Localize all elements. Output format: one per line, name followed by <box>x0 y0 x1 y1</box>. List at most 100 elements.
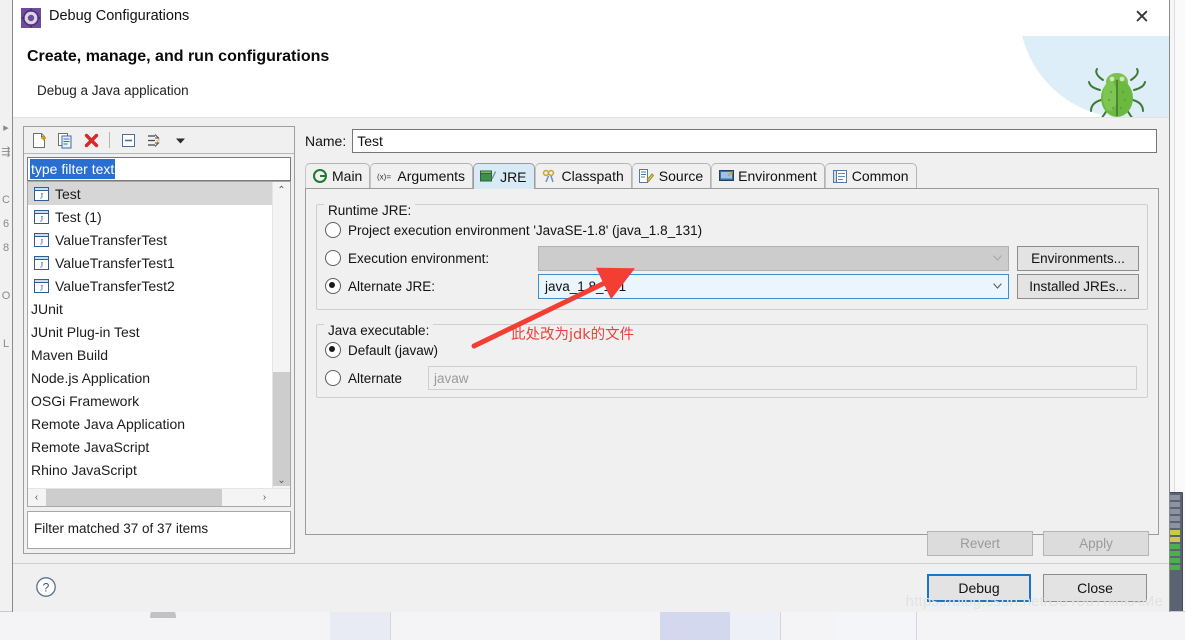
radio-alternate-jre[interactable] <box>325 278 341 294</box>
tree-item[interactable]: OSGi Framework <box>28 389 273 412</box>
radio-row-default-javaw[interactable]: Default (javaw) <box>325 337 1139 363</box>
radio-project-execution-environment[interactable] <box>325 222 341 238</box>
tab-label: Source <box>659 168 703 184</box>
tab-label: Common <box>852 168 909 184</box>
configurations-tree-panel: type filter text JTest JTest (1) JValueT… <box>23 126 295 554</box>
radio-label-alternate-javaw: Alternate <box>348 371 428 386</box>
tree-item[interactable]: JUnit <box>28 297 273 320</box>
scroll-right-icon[interactable]: › <box>256 489 273 506</box>
tab-jre[interactable]: JRE <box>473 163 534 189</box>
debug-configurations-dialog: Debug Configurations ✕ <box>12 0 1170 612</box>
radio-row-alternate-jre[interactable]: Alternate JRE: java_1.8_131 Installed JR… <box>325 273 1139 299</box>
tree-item[interactable]: Remote Java Application <box>28 412 273 435</box>
tree-item[interactable]: JTest <box>28 182 273 205</box>
tab-environment[interactable]: Environment <box>711 163 825 188</box>
alternate-javaw-input[interactable]: javaw <box>428 366 1137 390</box>
close-icon[interactable]: ✕ <box>1121 2 1163 32</box>
radio-label-default-javaw: Default (javaw) <box>348 343 438 358</box>
configuration-name-input[interactable] <box>352 129 1157 153</box>
java-executable-group-title: Java executable: <box>324 323 433 338</box>
tree-item-label: Test <box>55 186 81 202</box>
execution-environment-combo[interactable] <box>538 246 1009 271</box>
tree-item[interactable]: JValueTransferTest2 <box>28 274 273 297</box>
tree-item[interactable]: JTest (1) <box>28 205 273 228</box>
tree-item[interactable]: Rhino JavaScript <box>28 458 273 481</box>
tab-source[interactable]: Source <box>632 163 711 188</box>
alternate-jre-combo-value: java_1.8_131 <box>545 279 626 294</box>
svg-text:?: ? <box>43 581 50 595</box>
dialog-titlebar: Debug Configurations ✕ <box>13 0 1169 36</box>
tree-item-label: Node.js Application <box>31 370 150 386</box>
installed-jres-button[interactable]: Installed JREs... <box>1017 274 1139 299</box>
tab-common[interactable]: Common <box>825 163 917 188</box>
collapse-all-icon[interactable] <box>117 129 139 151</box>
java-application-icon: J <box>32 232 50 248</box>
tree-item[interactable]: J ValueTransferTest1 <box>28 251 273 274</box>
tab-label: Classpath <box>562 168 624 184</box>
svg-text:(x)=: (x)= <box>377 172 391 181</box>
delete-configuration-icon[interactable] <box>80 129 102 151</box>
tree-item-label: Maven Build <box>31 347 108 363</box>
main-tab-icon <box>312 169 328 184</box>
classpath-tab-icon <box>542 169 558 184</box>
alternate-jre-combo[interactable]: java_1.8_131 <box>538 274 1009 299</box>
tree-item[interactable]: JUnit Plug-in Test <box>28 320 273 343</box>
alternate-javaw-placeholder: javaw <box>434 371 469 386</box>
apply-button[interactable]: Apply <box>1043 531 1149 556</box>
vertical-scrollbar-thumb[interactable] <box>273 372 290 486</box>
configurations-tree[interactable]: JTest JTest (1) JValueTransferTest JValu… <box>27 181 291 507</box>
scroll-down-icon[interactable]: ⌄ <box>273 472 290 489</box>
tree-item[interactable]: Node.js Application <box>28 366 273 389</box>
revert-button[interactable]: Revert <box>927 531 1033 556</box>
radio-default-javaw[interactable] <box>325 342 341 358</box>
tree-item-label: Remote Java Application <box>31 416 185 432</box>
environments-button[interactable]: Environments... <box>1017 246 1139 271</box>
toolbar-separator <box>109 132 110 148</box>
tree-item-label: JUnit <box>31 301 63 317</box>
background-left-icon-column: ▸⇶C68OL <box>0 116 12 576</box>
search-input[interactable]: type filter text <box>27 157 291 181</box>
chevron-down-icon <box>993 255 1002 261</box>
view-menu-chevron-icon[interactable] <box>169 129 191 151</box>
tree-item[interactable]: J ValueTransferTest <box>28 228 273 251</box>
tree-item[interactable]: Remote JavaScript <box>28 435 273 458</box>
radio-execution-environment[interactable] <box>325 250 341 266</box>
radio-row-alternate-javaw[interactable]: Alternate javaw <box>325 365 1139 391</box>
radio-alternate-javaw[interactable] <box>325 370 341 386</box>
new-configuration-icon[interactable] <box>28 129 50 151</box>
radio-row-execution-env[interactable]: Execution environment: Environments... <box>325 245 1139 271</box>
horizontal-scrollbar-thumb[interactable] <box>46 489 222 506</box>
tree-item-label: ValueTransferTest <box>55 232 167 248</box>
configuration-tabs: Main (x)= Arguments JRE Classpath Source Envir… <box>305 163 1159 189</box>
tab-label: Arguments <box>397 168 465 184</box>
tab-arguments[interactable]: (x)= Arguments <box>370 163 473 188</box>
filter-input-value: type filter text <box>30 159 115 179</box>
tree-horizontal-scrollbar[interactable]: ‹ › <box>28 488 290 506</box>
java-application-icon: J <box>32 255 50 271</box>
scroll-up-icon[interactable]: ⌃ <box>273 182 290 199</box>
tab-classpath[interactable]: Classpath <box>535 163 632 188</box>
java-application-icon: J <box>32 209 50 225</box>
jre-tab-panel: Runtime JRE: Project execution environme… <box>305 189 1159 535</box>
filter-icon[interactable] <box>143 129 165 151</box>
duplicate-configuration-icon[interactable] <box>54 129 76 151</box>
apply-revert-row: Revert Apply <box>927 531 1149 556</box>
help-question-icon[interactable]: ? <box>35 576 57 598</box>
tree-vertical-scrollbar[interactable]: ⌃ ⌄ <box>272 182 290 489</box>
dialog-header: Create, manage, and run configurations D… <box>13 36 1169 118</box>
tree-toolbar <box>24 127 294 154</box>
page-subtitle: Debug a Java application <box>37 83 189 98</box>
radio-row-project-env[interactable]: Project execution environment 'JavaSE-1.… <box>325 217 1139 243</box>
name-row: Name: <box>305 128 1157 154</box>
tab-main[interactable]: Main <box>305 163 370 188</box>
dialog-body: type filter text JTest JTest (1) JValueT… <box>13 118 1169 563</box>
background-taskbar-item <box>660 612 731 640</box>
annotation-text: 此处改为jdk的文件 <box>511 323 634 344</box>
name-label: Name: <box>305 133 346 149</box>
java-application-icon: J <box>32 278 50 294</box>
tree-item-label: ValueTransferTest1 <box>55 255 175 271</box>
scroll-left-icon[interactable]: ‹ <box>28 489 45 506</box>
source-tab-icon <box>639 169 655 184</box>
tree-item[interactable]: Maven Build <box>28 343 273 366</box>
radio-label-alternate-jre: Alternate JRE: <box>348 279 538 294</box>
